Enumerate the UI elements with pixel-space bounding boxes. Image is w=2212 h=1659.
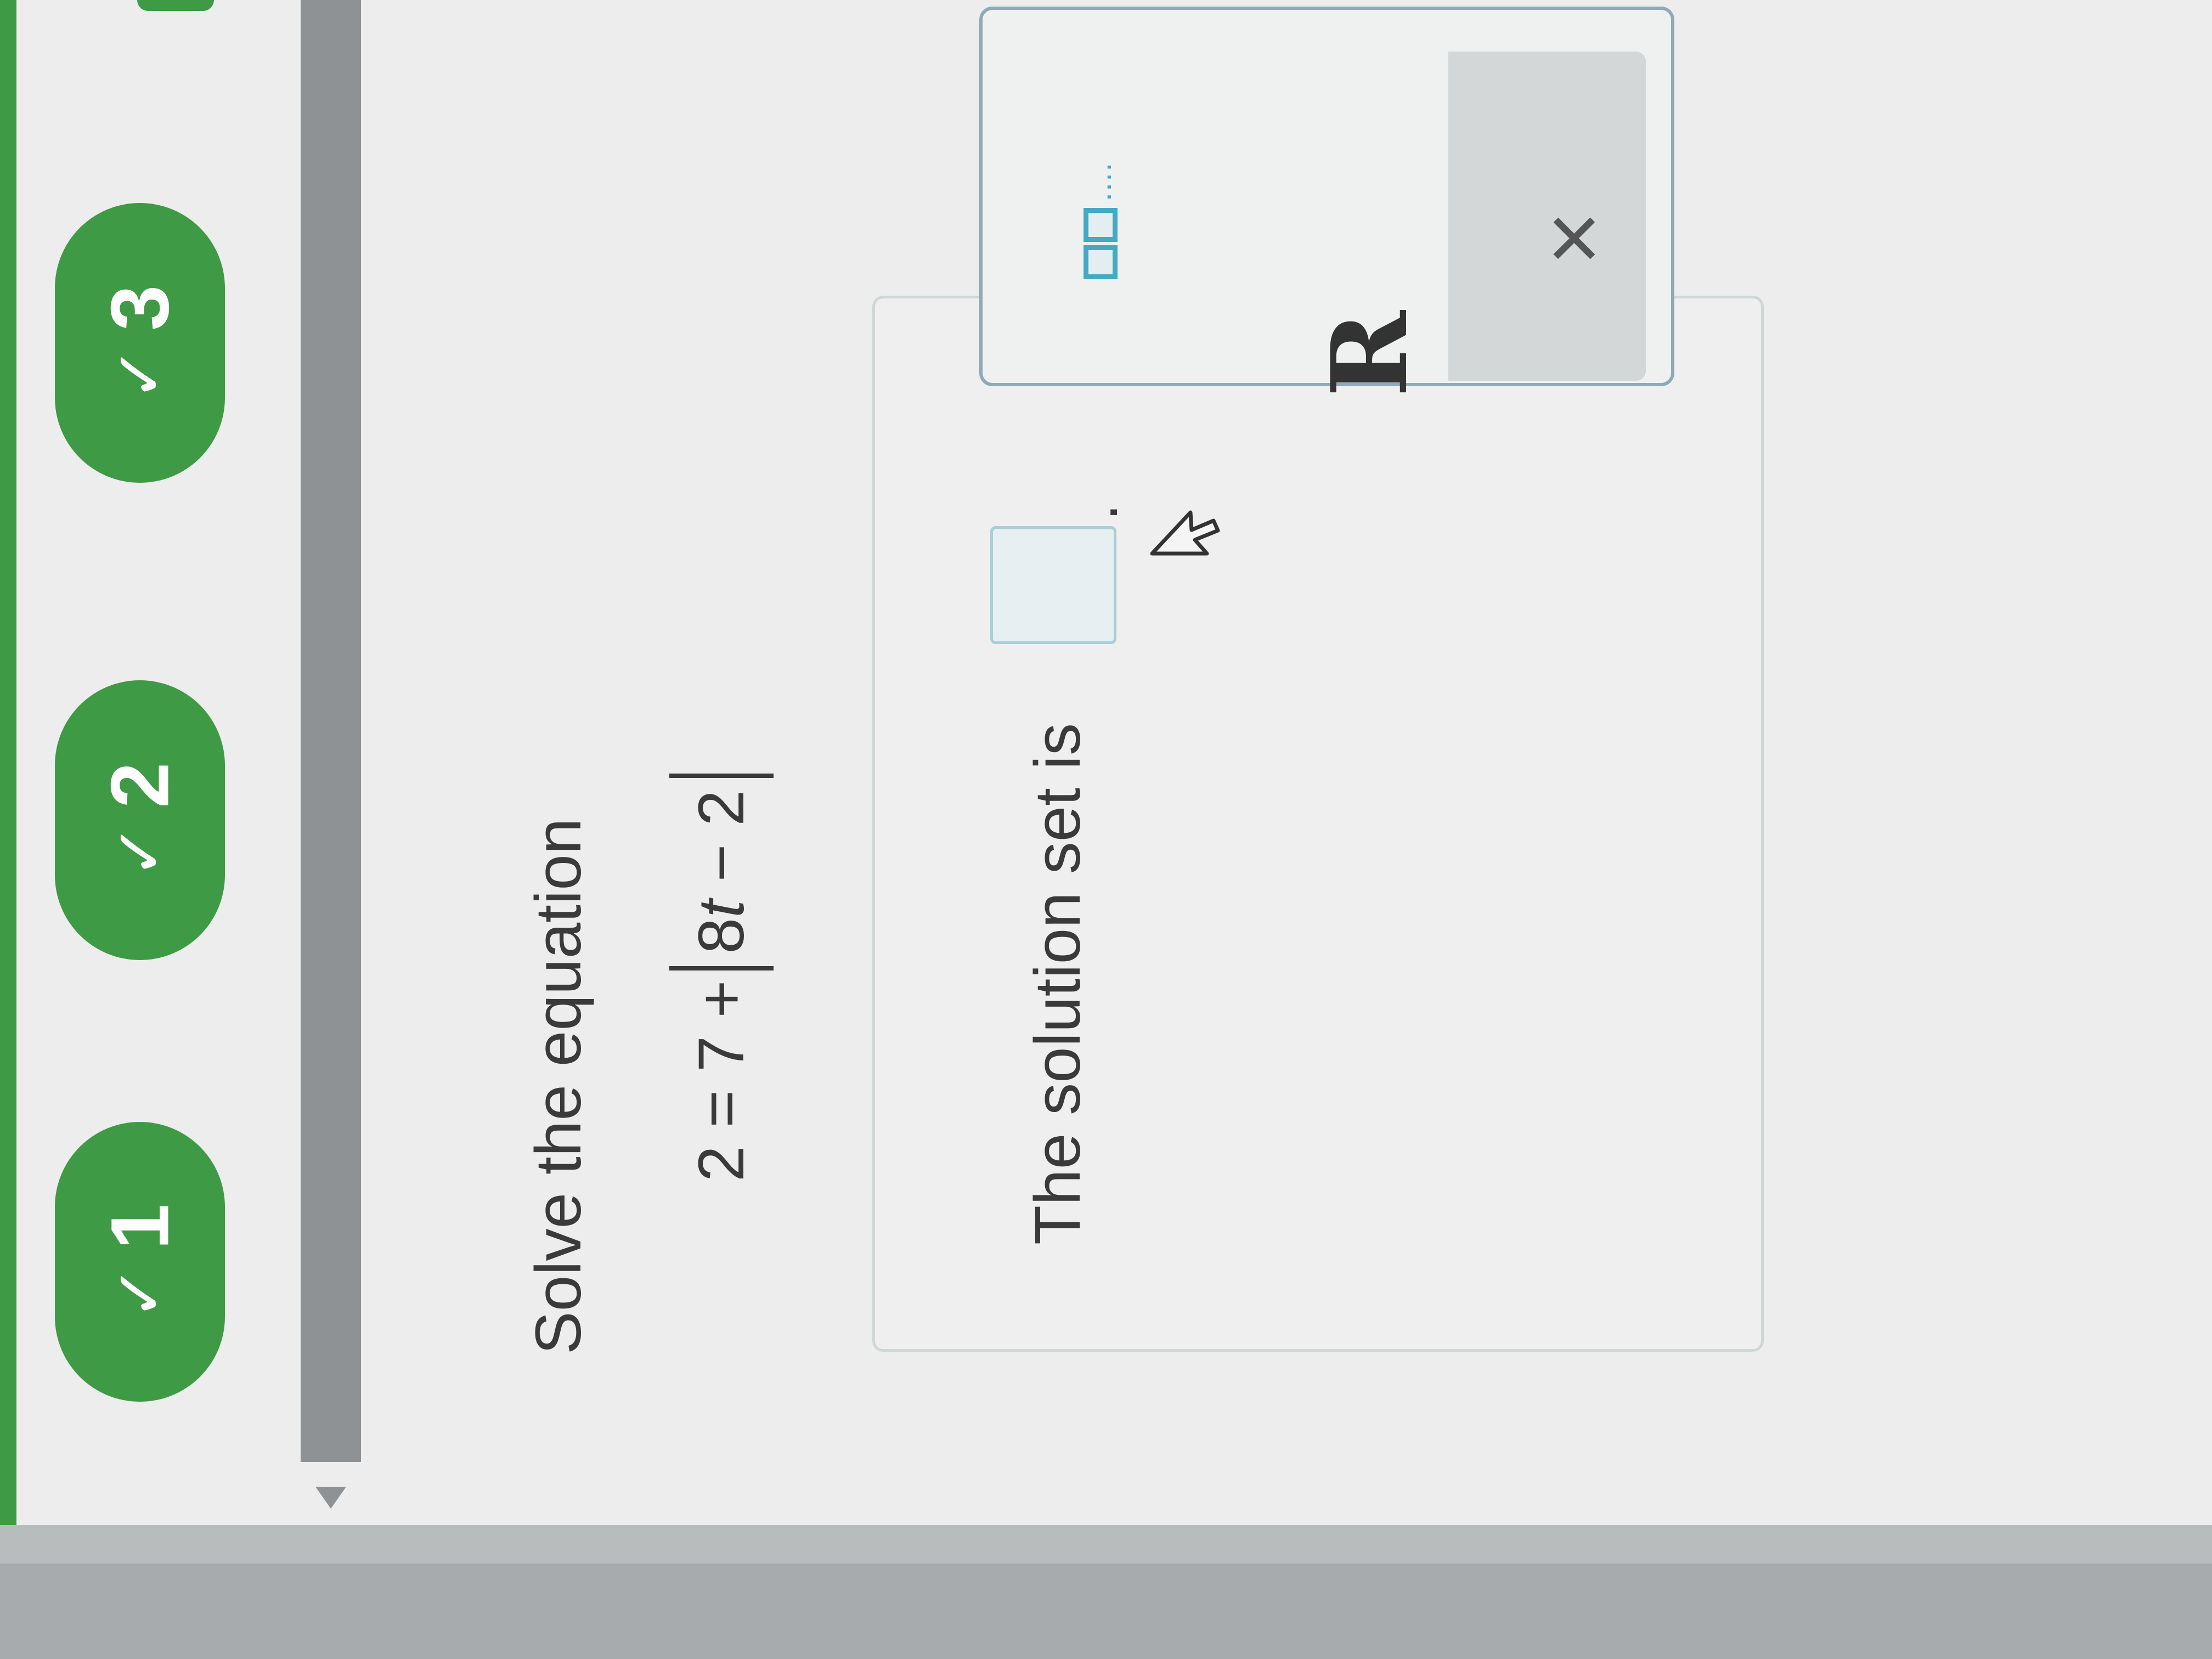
close-icon[interactable]: ×: [1520, 211, 1627, 266]
real-numbers-button[interactable]: R: [1308, 311, 1431, 397]
set-box-icon: [1084, 245, 1118, 279]
question-prompt: Solve the equation: [522, 818, 595, 1355]
abs-coefficient: 8: [685, 917, 758, 954]
bottom-bezel-shadow: [0, 1564, 2212, 1659]
answer-panel: [872, 296, 1764, 1352]
abs-rest: − 2: [685, 790, 758, 900]
screen: ✓ 1 ✓ 2 ✓ 3 Solve the equation 2 = 7 + 8…: [0, 0, 2212, 1659]
equation-left: 2 = 7 +: [685, 980, 758, 1182]
abs-inner: 8t − 2: [684, 778, 759, 966]
answer-period: .: [1063, 504, 1130, 521]
absolute-value: 8t − 2: [669, 774, 774, 970]
equation: 2 = 7 + 8t − 2: [669, 774, 774, 1182]
set-box-icon: [1084, 208, 1118, 242]
abs-bar-right: [669, 774, 774, 778]
mouse-cursor-icon: [1150, 510, 1220, 556]
abs-bar-left: [669, 966, 774, 970]
answer-input[interactable]: [990, 526, 1116, 644]
content-region: Solve the equation 2 = 7 + 8t − 2 The so…: [0, 0, 2212, 1659]
solution-label: The solution set is: [1022, 723, 1094, 1245]
set-dots: ....: [1082, 161, 1118, 201]
set-notation-button[interactable]: ....: [1082, 161, 1118, 279]
abs-variable: t: [685, 900, 758, 918]
